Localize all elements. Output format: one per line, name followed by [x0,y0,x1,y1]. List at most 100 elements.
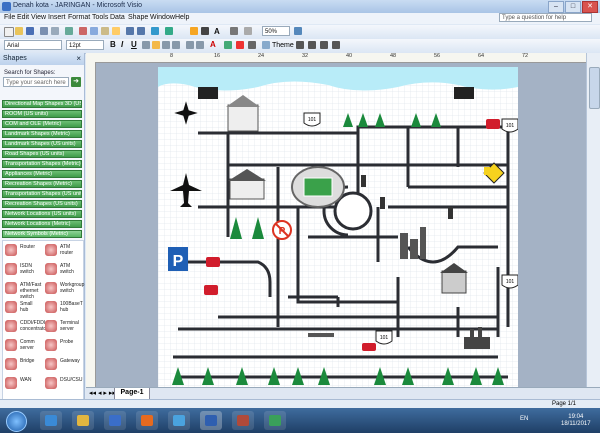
line-color-icon[interactable] [224,41,232,49]
stencil-item[interactable]: Landmark Shapes (Metric) [2,130,82,138]
pointer-tool-icon[interactable] [190,27,198,35]
open-icon[interactable] [15,27,23,35]
language-indicator[interactable]: EN [520,416,528,422]
route-shield: 101 [375,330,393,345]
shape-dsu-csu[interactable]: DSU/CSU [43,374,83,398]
scroll-thumb[interactable] [589,67,600,109]
justify-icon[interactable] [172,41,180,49]
maximize-button[interactable]: □ [565,1,581,13]
taskbar-app[interactable] [40,411,62,430]
stencil-item[interactable]: Recreation Shapes (Metric) [2,180,82,188]
corner-rounding-icon[interactable] [332,41,340,49]
redo-icon[interactable] [137,27,145,35]
line-ends-icon[interactable] [320,41,328,49]
panel-close-icon[interactable]: × [76,54,81,63]
route-shield: 101 [303,112,321,127]
shadow-icon[interactable] [248,41,256,49]
close-button[interactable]: ✕ [582,1,598,13]
italic-button[interactable]: I [121,40,123,49]
stencil-item[interactable]: Transportation Shapes (US units) [2,190,82,198]
font-select[interactable]: Arial [4,40,62,50]
stencil-item[interactable]: Transportation Shapes (Metric) [2,160,82,168]
taskbar-app[interactable] [264,411,286,430]
stencil-item[interactable]: ROOM (US units) [2,110,82,118]
stencil-item[interactable]: Directional Map Shapes 3D (US u... [2,100,82,108]
firefox-icon [141,415,153,426]
stencil-item[interactable]: Recreation Shapes (US units) [2,200,82,208]
start-button[interactable] [6,411,27,432]
underline-button[interactable]: U [131,40,137,49]
search-go-icon[interactable]: ➜ [71,77,81,87]
text-tool-icon[interactable]: A [214,27,220,36]
font-color-icon[interactable]: A [210,40,216,49]
taskbar-app[interactable] [72,411,94,430]
menu-edit[interactable]: Edit [17,14,29,21]
menu-format[interactable]: Format [68,14,90,21]
help-icon[interactable] [294,27,302,35]
print-preview-icon[interactable] [51,27,59,35]
paste-icon[interactable] [101,27,109,35]
stencil-item[interactable]: Appliances (Metric) [2,170,82,178]
stencil-item[interactable]: COM and OLE (Metric) [2,120,82,128]
undo-icon[interactable] [126,27,134,35]
menu-shape[interactable]: Shape [128,14,148,21]
cut-icon[interactable] [79,27,87,35]
fill-color-icon[interactable] [236,41,244,49]
align-left-icon[interactable] [142,41,150,49]
line-pattern-icon[interactable] [308,41,316,49]
line-tool-icon[interactable] [230,27,238,35]
menu-view[interactable]: View [31,14,46,21]
swimming-sign [454,87,474,99]
menu-file[interactable]: File [4,14,15,21]
stencil-item[interactable]: Network Locations (US units) [2,210,82,218]
copy-icon[interactable] [90,27,98,35]
taskbar-app[interactable] [136,411,158,430]
rotate-icon[interactable] [244,27,252,35]
spelling-icon[interactable] [65,27,73,35]
format-painter-icon[interactable] [112,27,120,35]
stencil-item[interactable]: Landmark Shapes (US units) [2,140,82,148]
shapes-window-icon[interactable] [165,27,173,35]
menu-insert[interactable]: Insert [48,14,66,21]
help-search-input[interactable]: Type a question for help [499,13,592,22]
menu-tools[interactable]: Tools [92,14,108,21]
menu-help[interactable]: Help [175,14,189,21]
bold-button[interactable]: B [110,40,116,49]
theme-icon[interactable] [262,41,270,49]
font-size-select[interactable]: 12pt [66,40,104,50]
vertical-ruler[interactable] [86,62,96,387]
stencil-item-active[interactable]: Network Symbols (Metric) [2,230,82,238]
shape-search-input[interactable]: Type your search here [3,77,69,87]
theme-button[interactable]: Theme [272,42,294,49]
map-page[interactable]: P P 101 101 101 101 [158,67,518,387]
taskbar-app-visio[interactable] [200,411,222,430]
taskbar-app[interactable] [232,411,254,430]
align-center-icon[interactable] [152,41,160,49]
menu-data[interactable]: Data [110,14,125,21]
taskbar-app[interactable] [104,411,126,430]
menu-window[interactable]: Window [150,14,175,21]
print-icon[interactable] [40,27,48,35]
visio-app-icon[interactable] [2,2,11,11]
align-right-icon[interactable] [162,41,170,49]
shape-label: Bridge [20,358,35,364]
tab-nav-icon[interactable]: ◂◂ ◂ ▸ ▸▸ [89,389,116,397]
minimize-button[interactable]: – [548,1,564,13]
indent-icon[interactable] [196,41,204,49]
new-icon[interactable] [4,27,14,37]
taskbar-app[interactable] [168,411,190,430]
system-clock[interactable]: 19:04 18/11/2017 [561,414,591,428]
save-icon[interactable] [26,27,34,35]
hyperlink-icon[interactable] [151,27,159,35]
stencil-item[interactable]: Road Shapes (US units) [2,150,82,158]
vertical-scrollbar[interactable] [586,53,600,387]
app-icon [269,415,281,426]
connector-tool-icon[interactable] [201,27,209,35]
bullets-icon[interactable] [186,41,194,49]
line-weight-icon[interactable] [296,41,304,49]
shape-label: ISDN switch [20,263,34,275]
zoom-select[interactable]: 50% [262,26,290,36]
stencil-item[interactable]: Network Locations (Metric) [2,220,82,228]
shape-wan[interactable]: WAN [3,374,43,398]
horizontal-ruler[interactable]: 8 16 24 32 40 48 56 64 72 [86,53,600,63]
